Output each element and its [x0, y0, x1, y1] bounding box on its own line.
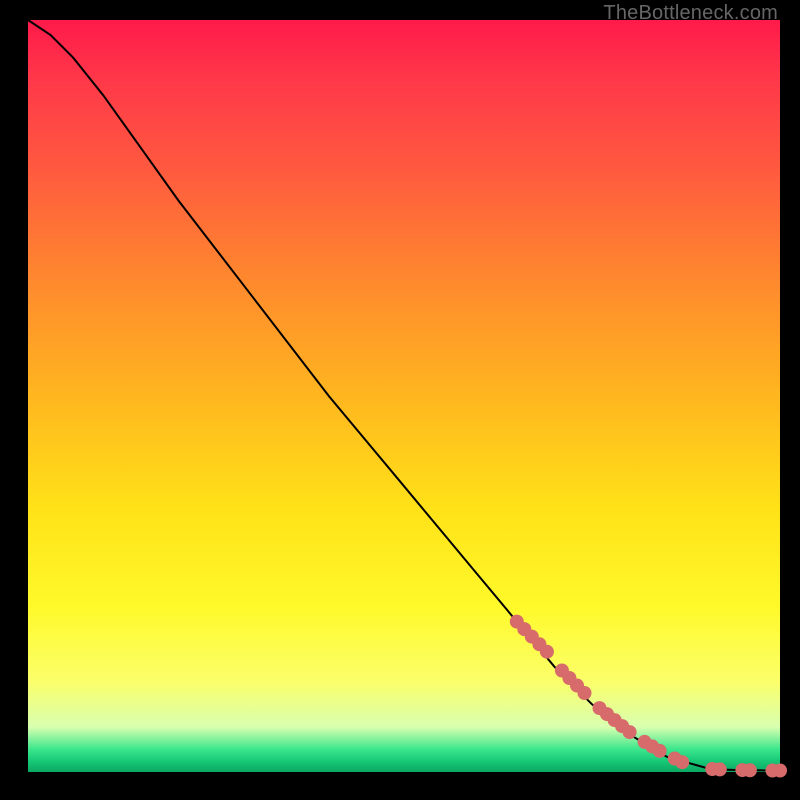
data-marker — [743, 763, 757, 777]
data-marker — [713, 762, 727, 776]
data-marker — [540, 645, 554, 659]
chart-frame: TheBottleneck.com — [0, 0, 800, 800]
data-marker — [653, 744, 667, 758]
data-marker — [773, 764, 787, 778]
plot-area — [28, 20, 780, 772]
chart-svg — [28, 20, 780, 772]
curve-line — [28, 20, 780, 771]
data-marker — [623, 725, 637, 739]
marker-group — [510, 615, 787, 778]
data-marker — [578, 686, 592, 700]
data-marker — [675, 755, 689, 769]
